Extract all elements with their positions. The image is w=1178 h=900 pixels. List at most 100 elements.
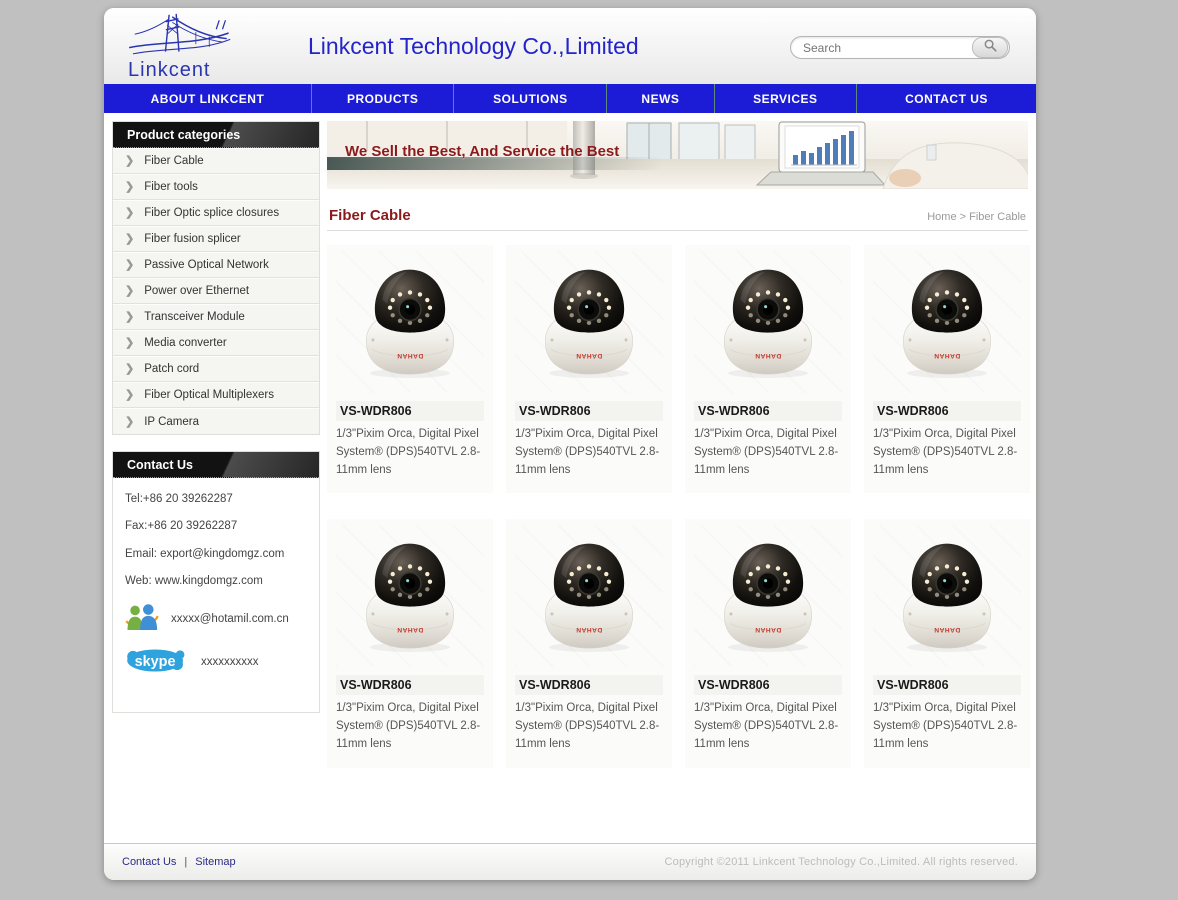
svg-text:DAHAN: DAHAN bbox=[755, 626, 781, 633]
search-input[interactable] bbox=[791, 37, 971, 58]
product-card[interactable]: DAHAN VS-WDR806 1/3"Pixim Orca, Digital … bbox=[864, 519, 1030, 767]
nav-item[interactable]: SERVICES bbox=[714, 84, 857, 113]
chevron-right-icon: ❯ bbox=[125, 252, 134, 278]
category-label: Fiber Optical Multiplexers bbox=[144, 382, 274, 408]
product-description: 1/3"Pixim Orca, Digital Pixel System® (D… bbox=[694, 700, 842, 753]
product-card[interactable]: DAHAN VS-WDR806 1/3"Pixim Orca, Digital … bbox=[685, 245, 851, 493]
contact-us-box: Contact Us Tel:+86 20 39262287 Fax:+86 2… bbox=[112, 451, 320, 713]
dome-camera-photo: DAHAN bbox=[890, 260, 1004, 385]
sidebar-category-item[interactable]: ❯ Fiber Cable bbox=[113, 148, 319, 174]
search-box bbox=[790, 36, 1010, 59]
category-label: Passive Optical Network bbox=[144, 252, 269, 278]
product-card[interactable]: DAHAN VS-WDR806 1/3"Pixim Orca, Digital … bbox=[327, 245, 493, 493]
contact-email: Email: export@kingdomgz.com bbox=[125, 545, 309, 563]
content: Product categories ❯ Fiber Cable ❯ Fiber… bbox=[104, 113, 1036, 843]
nav-item[interactable]: CONTACT US bbox=[856, 84, 1036, 113]
nav-item[interactable]: PRODUCTS bbox=[311, 84, 454, 113]
dome-camera-photo: DAHAN bbox=[532, 534, 646, 659]
chevron-right-icon: ❯ bbox=[125, 330, 134, 356]
category-label: Fiber tools bbox=[144, 174, 198, 200]
chevron-right-icon: ❯ bbox=[125, 356, 134, 382]
product-card[interactable]: DAHAN VS-WDR806 1/3"Pixim Orca, Digital … bbox=[506, 245, 672, 493]
svg-text:DAHAN: DAHAN bbox=[755, 352, 781, 359]
product-card[interactable]: DAHAN VS-WDR806 1/3"Pixim Orca, Digital … bbox=[685, 519, 851, 767]
sidebar-category-item[interactable]: ❯ Power over Ethernet bbox=[113, 278, 319, 304]
product-image[interactable]: DAHAN bbox=[336, 251, 484, 393]
product-image[interactable]: DAHAN bbox=[336, 525, 484, 667]
product-grid: DAHAN VS-WDR806 1/3"Pixim Orca, Digital … bbox=[327, 235, 1028, 768]
contact-web: Web: www.kingdomgz.com bbox=[125, 572, 309, 590]
svg-text:DAHAN: DAHAN bbox=[934, 626, 960, 633]
product-name[interactable]: VS-WDR806 bbox=[873, 675, 1021, 695]
sidebar-category-item[interactable]: ❯ Media converter bbox=[113, 330, 319, 356]
product-description: 1/3"Pixim Orca, Digital Pixel System® (D… bbox=[515, 426, 663, 479]
product-image[interactable]: DAHAN bbox=[694, 251, 842, 393]
search-icon bbox=[983, 38, 998, 58]
sidebar-category-item[interactable]: ❯ Patch cord bbox=[113, 356, 319, 382]
main: We Sell the Best, And Service the Best F… bbox=[327, 121, 1028, 835]
product-card[interactable]: DAHAN VS-WDR806 1/3"Pixim Orca, Digital … bbox=[327, 519, 493, 767]
product-image[interactable]: DAHAN bbox=[873, 251, 1021, 393]
product-name[interactable]: VS-WDR806 bbox=[336, 401, 484, 421]
sidebar-category-item[interactable]: ❯ Fiber fusion splicer bbox=[113, 226, 319, 252]
product-categories-box: Product categories ❯ Fiber Cable ❯ Fiber… bbox=[112, 121, 320, 435]
product-image[interactable]: DAHAN bbox=[515, 525, 663, 667]
skype-account: xxxxxxxxxx bbox=[201, 656, 259, 668]
product-description: 1/3"Pixim Orca, Digital Pixel System® (D… bbox=[336, 426, 484, 479]
sidebar-category-item[interactable]: ❯ Fiber Optical Multiplexers bbox=[113, 382, 319, 408]
copyright-text: Copyright ©2011 Linkcent Technology Co.,… bbox=[664, 856, 1018, 868]
skype-icon: skype bbox=[125, 648, 189, 676]
category-label: Fiber Optic splice closures bbox=[144, 200, 279, 226]
footer-sitemap-link[interactable]: Sitemap bbox=[195, 856, 235, 868]
breadcrumb: Home > Fiber Cable bbox=[927, 211, 1026, 223]
footer: Contact Us | Sitemap Copyright ©2011 Lin… bbox=[104, 843, 1036, 880]
breadcrumb-home-link[interactable]: Home bbox=[927, 211, 956, 223]
product-card[interactable]: DAHAN VS-WDR806 1/3"Pixim Orca, Digital … bbox=[506, 519, 672, 767]
dome-camera-photo: DAHAN bbox=[532, 260, 646, 385]
category-label: Media converter bbox=[144, 330, 226, 356]
sidebar-category-item[interactable]: ❯ Fiber tools bbox=[113, 174, 319, 200]
sidebar-category-item[interactable]: ❯ IP Camera bbox=[113, 408, 319, 434]
svg-text:DAHAN: DAHAN bbox=[397, 626, 423, 633]
chevron-right-icon: ❯ bbox=[125, 409, 134, 435]
breadcrumb-separator: > bbox=[960, 211, 966, 223]
sidebar-category-item[interactable]: ❯ Passive Optical Network bbox=[113, 252, 319, 278]
product-name[interactable]: VS-WDR806 bbox=[694, 401, 842, 421]
nav-item[interactable]: NEWS bbox=[606, 84, 713, 113]
contact-us-title: Contact Us bbox=[113, 452, 319, 478]
svg-text:DAHAN: DAHAN bbox=[576, 352, 602, 359]
contact-fax: Fax:+86 20 39262287 bbox=[125, 517, 309, 535]
product-name[interactable]: VS-WDR806 bbox=[694, 675, 842, 695]
product-name[interactable]: VS-WDR806 bbox=[515, 401, 663, 421]
product-categories-title: Product categories bbox=[113, 122, 319, 148]
company-title: Linkcent Technology Co.,Limited bbox=[308, 33, 639, 60]
svg-text:DAHAN: DAHAN bbox=[576, 626, 602, 633]
sidebar-category-item[interactable]: ❯ Transceiver Module bbox=[113, 304, 319, 330]
product-image[interactable]: DAHAN bbox=[515, 251, 663, 393]
footer-link-separator: | bbox=[184, 856, 187, 868]
chevron-right-icon: ❯ bbox=[125, 304, 134, 330]
chevron-right-icon: ❯ bbox=[125, 278, 134, 304]
nav-item[interactable]: ABOUT LINKCENT bbox=[104, 84, 311, 113]
product-description: 1/3"Pixim Orca, Digital Pixel System® (D… bbox=[873, 700, 1021, 753]
logo[interactable]: Linkcent bbox=[118, 10, 258, 82]
product-image[interactable]: DAHAN bbox=[873, 525, 1021, 667]
svg-text:DAHAN: DAHAN bbox=[934, 352, 960, 359]
product-image[interactable]: DAHAN bbox=[694, 525, 842, 667]
search-button[interactable] bbox=[972, 37, 1008, 58]
nav-item[interactable]: SOLUTIONS bbox=[453, 84, 606, 113]
product-description: 1/3"Pixim Orca, Digital Pixel System® (D… bbox=[694, 426, 842, 479]
product-name[interactable]: VS-WDR806 bbox=[336, 675, 484, 695]
dome-camera-photo: DAHAN bbox=[353, 260, 467, 385]
chevron-right-icon: ❯ bbox=[125, 226, 134, 252]
product-card[interactable]: DAHAN VS-WDR806 1/3"Pixim Orca, Digital … bbox=[864, 245, 1030, 493]
contact-tel: Tel:+86 20 39262287 bbox=[125, 490, 309, 508]
sidebar-category-item[interactable]: ❯ Fiber Optic splice closures bbox=[113, 200, 319, 226]
banner-slogan: We Sell the Best, And Service the Best bbox=[345, 143, 619, 160]
header: Linkcent Linkcent Technology Co.,Limited bbox=[104, 8, 1036, 84]
footer-contact-us-link[interactable]: Contact Us bbox=[122, 856, 176, 868]
product-name[interactable]: VS-WDR806 bbox=[873, 401, 1021, 421]
product-description: 1/3"Pixim Orca, Digital Pixel System® (D… bbox=[515, 700, 663, 753]
product-name[interactable]: VS-WDR806 bbox=[515, 675, 663, 695]
msn-icon bbox=[125, 603, 159, 636]
